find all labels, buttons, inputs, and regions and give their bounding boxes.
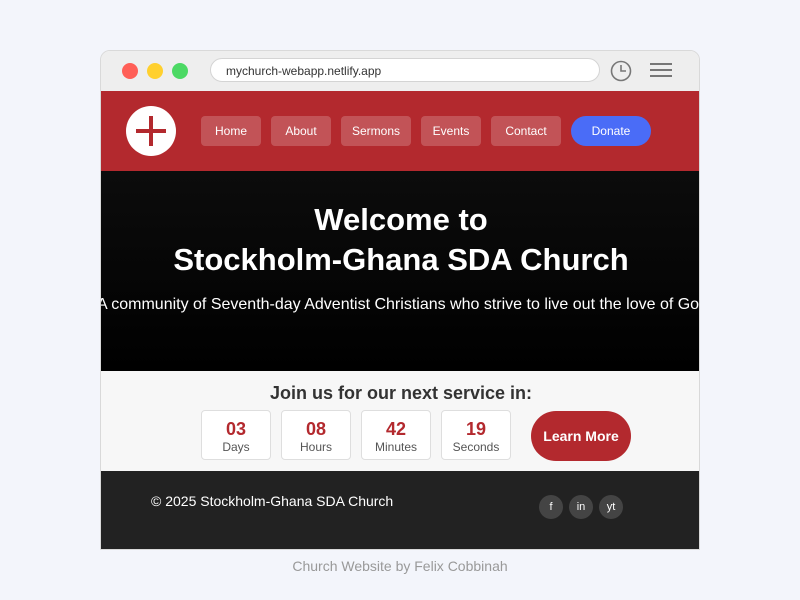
countdown-unit: Minutes: [374, 440, 418, 454]
address-bar[interactable]: mychurch-webapp.netlify.app: [210, 58, 600, 82]
countdown-minutes: 42 Minutes: [361, 410, 431, 460]
countdown-unit: Days: [222, 440, 250, 454]
hero-section: Welcome to Stockholm-Ghana SDA Church A …: [101, 171, 700, 371]
site-navbar: Home About Sermons Events Contact Donate: [101, 91, 699, 171]
youtube-icon[interactable]: yt: [599, 495, 623, 519]
linkedin-icon[interactable]: in: [569, 495, 593, 519]
nav-sermons[interactable]: Sermons: [341, 116, 411, 146]
facebook-icon[interactable]: f: [539, 495, 563, 519]
countdown-value: 08: [305, 419, 327, 439]
maximize-window-button[interactable]: [172, 63, 188, 79]
site-footer: © 2025 Stockholm-Ghana SDA Church f in y…: [101, 471, 699, 549]
countdown-days: 03 Days: [201, 410, 271, 460]
countdown-value: 42: [385, 419, 407, 439]
hero-tagline: A community of Seventh-day Adventist Chr…: [101, 296, 700, 313]
nav-contact[interactable]: Contact: [491, 116, 561, 146]
copyright-text: © 2025 Stockholm-Ghana SDA Church: [151, 493, 394, 509]
browser-toolbar: mychurch-webapp.netlify.app: [101, 51, 699, 91]
minimize-window-button[interactable]: [147, 63, 163, 79]
nav-events[interactable]: Events: [421, 116, 481, 146]
countdown-value: 19: [465, 419, 487, 439]
learn-more-button[interactable]: Learn More: [531, 411, 631, 461]
countdown-value: 03: [225, 419, 247, 439]
nav-about[interactable]: About: [271, 116, 331, 146]
site-credit: Church Website by Felix Cobbinah: [292, 558, 508, 574]
countdown-unit: Seconds: [452, 440, 500, 454]
browser-window: mychurch-webapp.netlify.app Home About S…: [100, 50, 700, 550]
countdown-unit: Hours: [299, 440, 332, 454]
hero-title-line2: Stockholm-Ghana SDA Church: [173, 242, 629, 277]
countdown-seconds: 19 Seconds: [441, 410, 511, 460]
hero-title-line1: Welcome to: [314, 202, 488, 237]
countdown-hours: 08 Hours: [281, 410, 351, 460]
hamburger-menu-icon[interactable]: [650, 63, 672, 79]
service-title: Join us for our next service in:: [269, 383, 533, 403]
service-countdown-section: Join us for our next service in: 03 Days…: [101, 371, 699, 471]
cross-icon[interactable]: [126, 106, 176, 156]
donate-button[interactable]: Donate: [571, 116, 651, 146]
nav-home[interactable]: Home: [201, 116, 261, 146]
close-window-button[interactable]: [122, 63, 138, 79]
clock-icon[interactable]: [610, 60, 632, 82]
